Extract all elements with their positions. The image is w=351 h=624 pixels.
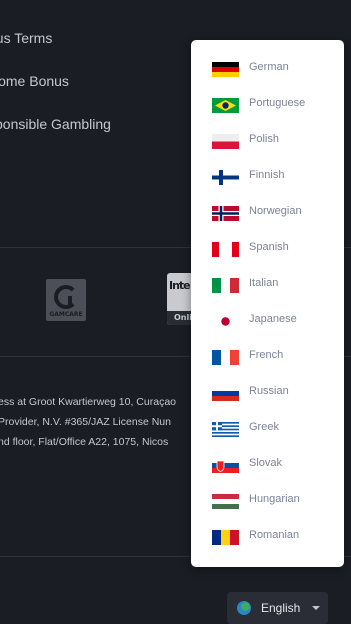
language-option-italian[interactable]: Italian [191, 267, 344, 303]
italy-flag-icon [212, 278, 239, 293]
brazil-flag-icon [212, 98, 239, 113]
language-selector[interactable]: English [227, 592, 328, 624]
language-option-french[interactable]: French [191, 339, 344, 375]
language-option-spanish[interactable]: Spanish [191, 231, 344, 267]
hungary-flag-icon [212, 494, 239, 509]
language-option-norwegian[interactable]: Norwegian [191, 195, 344, 231]
language-selector-label: English [261, 601, 301, 615]
language-option-slovak[interactable]: Slovak [191, 447, 344, 483]
language-option-polish[interactable]: Polish [191, 123, 344, 159]
language-label: French [249, 349, 284, 361]
language-option-portuguese[interactable]: Portuguese [191, 87, 344, 123]
gamcare-logo-text: GAMCARE [49, 311, 83, 318]
russia-flag-icon [212, 386, 239, 401]
gamcare-logo[interactable]: GAMCARE [46, 279, 86, 321]
footer-link-bonus-terms[interactable]: nus Terms [0, 30, 52, 46]
language-label: Japanese [249, 313, 297, 325]
language-option-finnish[interactable]: Finnish [191, 159, 344, 195]
greece-flag-icon [212, 422, 239, 437]
internet-logo-top-text: Inte [169, 279, 191, 292]
poland-flag-icon [212, 134, 239, 149]
language-label: Portuguese [249, 97, 306, 109]
language-label: Norwegian [249, 205, 302, 217]
germany-flag-icon [212, 62, 239, 77]
language-option-german[interactable]: German [191, 51, 344, 87]
language-option-greek[interactable]: Greek [191, 411, 344, 447]
chevron-down-icon [312, 606, 320, 610]
gamcare-g-icon [54, 285, 78, 309]
language-label: German [249, 61, 289, 73]
language-label: Hungarian [249, 493, 300, 505]
language-label: Polish [249, 133, 279, 145]
language-option-russian[interactable]: Russian [191, 375, 344, 411]
address-line: ess at Groot Kwartierweg 10, Curaçao [0, 396, 176, 408]
japan-flag-icon [212, 314, 239, 329]
globe-icon [237, 601, 251, 615]
footer-link-welcome-bonus[interactable]: lcome Bonus [0, 73, 69, 89]
norway-flag-icon [212, 206, 239, 221]
france-flag-icon [212, 350, 239, 365]
address-line: Provider, N.V. #365/JAZ License Nun [0, 416, 171, 428]
finland-flag-icon [212, 170, 239, 185]
language-option-romanian[interactable]: Romanian [191, 519, 344, 555]
spain-flag-icon [212, 242, 239, 257]
language-label: Romanian [249, 529, 300, 541]
footer-link-responsible-gambling[interactable]: sponsible Gambling [0, 116, 111, 132]
language-label: Russian [249, 385, 289, 397]
language-dropdown: German Portuguese Polish Finnish Norwegi… [191, 40, 344, 567]
language-option-japanese[interactable]: Japanese [191, 303, 344, 339]
language-label: Greek [249, 421, 279, 433]
language-label: Spanish [249, 241, 289, 253]
romania-flag-icon [212, 530, 239, 545]
language-label: Finnish [249, 169, 285, 181]
language-label: Italian [249, 277, 279, 289]
language-label: Slovak [249, 457, 283, 469]
language-option-hungarian[interactable]: Hungarian [191, 483, 344, 519]
address-line: nd floor, Flat/Office A22, 1075, Nicos [0, 436, 169, 448]
slovakia-flag-icon [212, 458, 239, 473]
